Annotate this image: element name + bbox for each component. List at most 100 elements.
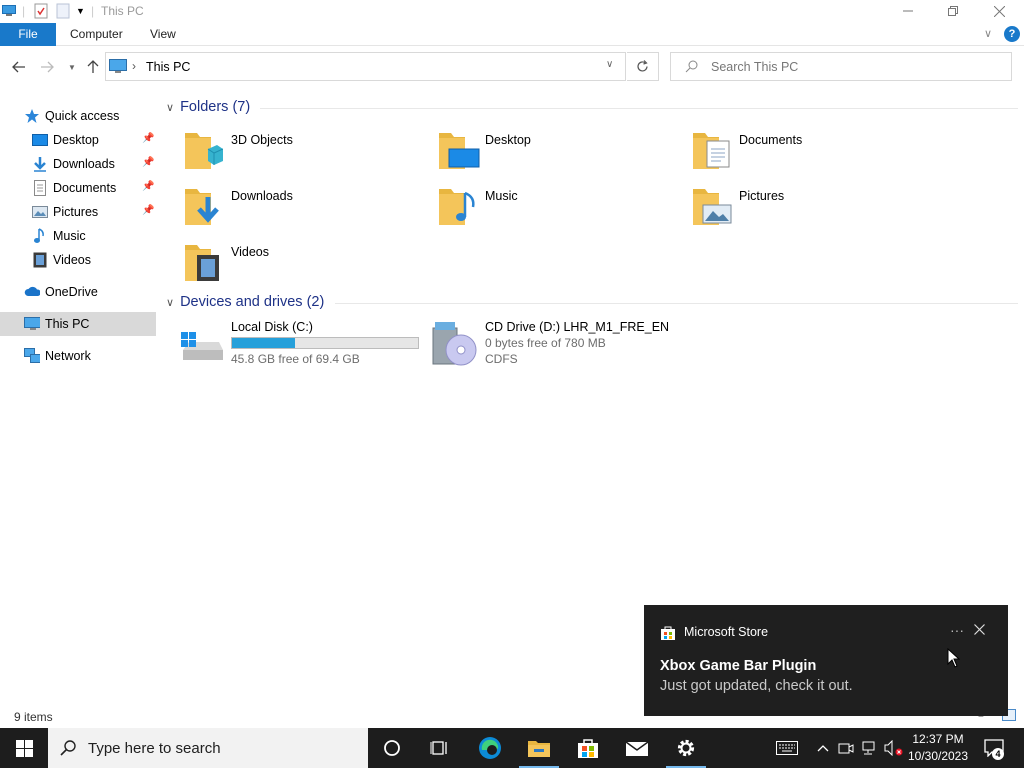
folder-music[interactable]: Music xyxy=(437,185,677,235)
address-bar[interactable]: › This PC ∨ xyxy=(105,52,626,81)
sidebar-item-this-pc[interactable]: This PC xyxy=(0,312,156,336)
cortana-button[interactable] xyxy=(368,728,416,768)
edge-icon xyxy=(479,737,501,759)
task-view-button[interactable] xyxy=(416,728,464,768)
sidebar-item-downloads[interactable]: Downloads 📌 xyxy=(0,152,156,176)
network-icon xyxy=(24,348,40,363)
minimize-button[interactable] xyxy=(885,0,931,22)
sidebar-item-label: This PC xyxy=(45,317,90,331)
forward-arrow-icon[interactable] xyxy=(38,58,56,76)
up-arrow-icon[interactable] xyxy=(84,58,102,76)
folder-pictures[interactable]: Pictures xyxy=(691,185,931,235)
help-icon[interactable]: ? xyxy=(1004,26,1020,42)
title-bar: | ▼ | This PC xyxy=(0,0,1024,22)
sidebar-item-onedrive[interactable]: OneDrive xyxy=(0,280,156,304)
sidebar-item-label: OneDrive xyxy=(45,285,98,299)
search-icon xyxy=(685,60,698,76)
volume-muted-icon[interactable] xyxy=(884,738,904,758)
sidebar-item-documents[interactable]: Documents 📌 xyxy=(0,176,156,200)
drive-free-space: 45.8 GB free of 69.4 GB xyxy=(231,352,360,366)
microsoft-store-button[interactable] xyxy=(564,728,612,768)
mouse-cursor-icon xyxy=(947,648,960,668)
separator: | xyxy=(22,4,26,18)
microsoft-store-icon xyxy=(660,625,676,644)
breadcrumb[interactable]: This PC xyxy=(146,60,190,74)
devices-group-header[interactable]: ∨ Devices and drives (2) xyxy=(166,294,324,310)
more-options-icon[interactable]: ··· xyxy=(950,622,964,638)
keyboard-icon[interactable] xyxy=(776,738,798,758)
videos-icon xyxy=(33,252,47,268)
videos-folder-icon xyxy=(185,245,219,281)
search-input[interactable]: Search This PC xyxy=(670,52,1012,81)
sidebar-item-desktop[interactable]: Desktop 📌 xyxy=(0,128,156,152)
folder-label: 3D Objects xyxy=(231,133,293,147)
meet-now-icon[interactable] xyxy=(836,738,856,758)
desktop-folder-icon xyxy=(439,133,480,169)
sidebar-item-label: Pictures xyxy=(53,205,99,219)
tab-file[interactable]: File xyxy=(0,23,56,46)
back-arrow-icon[interactable] xyxy=(10,58,28,76)
tab-view[interactable]: View xyxy=(150,23,176,46)
sidebar-item-pictures[interactable]: Pictures 📌 xyxy=(0,200,156,224)
expand-ribbon-icon[interactable]: ∨ xyxy=(984,27,992,40)
new-folder-icon[interactable] xyxy=(56,3,70,19)
drive-local-disk-c[interactable]: Local Disk (C:) 45.8 GB free of 69.4 GB xyxy=(179,320,449,370)
refresh-button[interactable] xyxy=(627,52,659,81)
network-tray-icon[interactable] xyxy=(860,738,880,758)
customize-quick-access-icon[interactable]: ▼ xyxy=(76,3,85,19)
pin-icon[interactable]: 📌 xyxy=(142,181,154,192)
drive-label: CD Drive (D:) LHR_M1_FRE_EN xyxy=(485,320,670,334)
clock-date: 10/30/2023 xyxy=(907,749,969,763)
sidebar-item-quick-access[interactable]: Quick access xyxy=(0,104,156,128)
group-title: Folders (7) xyxy=(180,99,251,115)
folder-documents[interactable]: Documents xyxy=(691,129,931,179)
mail-button[interactable] xyxy=(613,728,661,768)
downloads-folder-icon xyxy=(185,189,219,225)
collapse-chevron-icon[interactable]: ∨ xyxy=(166,296,174,309)
show-hidden-icons-chevron-icon[interactable] xyxy=(813,738,833,758)
3d-objects-folder-icon xyxy=(185,133,223,169)
close-button[interactable] xyxy=(976,0,1022,22)
folder-label: Downloads xyxy=(231,189,293,203)
folder-videos[interactable]: Videos xyxy=(183,241,423,291)
restore-button[interactable] xyxy=(930,0,976,22)
sidebar-item-label: Music xyxy=(53,229,86,243)
folder-downloads[interactable]: Downloads xyxy=(183,185,423,235)
file-explorer-button[interactable] xyxy=(515,728,563,768)
pin-icon[interactable]: 📌 xyxy=(142,205,154,216)
pin-icon[interactable]: 📌 xyxy=(142,133,154,144)
tab-computer[interactable]: Computer xyxy=(70,23,123,46)
notification-count-badge: 4 xyxy=(992,748,1004,760)
close-icon[interactable] xyxy=(974,624,985,638)
drive-cd-d[interactable]: CD Drive (D:) LHR_M1_FRE_EN 0 bytes free… xyxy=(431,320,731,370)
ribbon: File Computer View ∨ ? xyxy=(0,23,1024,46)
drive-free-space: 0 bytes free of 780 MB xyxy=(485,336,606,350)
address-dropdown-icon[interactable]: ∨ xyxy=(606,59,613,70)
sidebar-item-videos[interactable]: Videos xyxy=(0,248,156,272)
folder-desktop[interactable]: Desktop xyxy=(437,129,677,179)
folder-label: Music xyxy=(485,189,518,203)
breadcrumb-chevron-icon[interactable]: › xyxy=(132,59,136,73)
navigation-pane: Quick access Desktop 📌 Downloads 📌 Docum… xyxy=(0,100,157,705)
folder-label: Pictures xyxy=(739,189,785,203)
recent-locations-chevron-icon[interactable]: ▼ xyxy=(63,58,81,76)
properties-icon[interactable] xyxy=(34,3,48,19)
folders-group-header[interactable]: ∨ Folders (7) xyxy=(166,99,250,115)
collapse-chevron-icon[interactable]: ∨ xyxy=(166,101,174,114)
sidebar-item-music[interactable]: Music xyxy=(0,224,156,248)
folder-3d-objects[interactable]: 3D Objects xyxy=(183,129,423,179)
edge-button[interactable] xyxy=(466,728,514,768)
microsoft-store-icon xyxy=(578,739,598,758)
action-center-button[interactable]: 4 xyxy=(982,738,1006,760)
group-divider xyxy=(335,303,1018,304)
documents-icon xyxy=(34,180,46,196)
sidebar-item-network[interactable]: Network xyxy=(0,344,156,368)
separator: | xyxy=(91,4,95,18)
taskbar-search-input[interactable]: Type here to search xyxy=(48,728,368,768)
start-button[interactable] xyxy=(0,728,48,768)
clock[interactable]: 12:37 PM 10/30/2023 xyxy=(906,731,970,765)
windows-logo-icon xyxy=(15,739,33,757)
settings-button[interactable] xyxy=(662,728,710,768)
this-pc-icon xyxy=(109,58,127,77)
pin-icon[interactable]: 📌 xyxy=(142,157,154,168)
